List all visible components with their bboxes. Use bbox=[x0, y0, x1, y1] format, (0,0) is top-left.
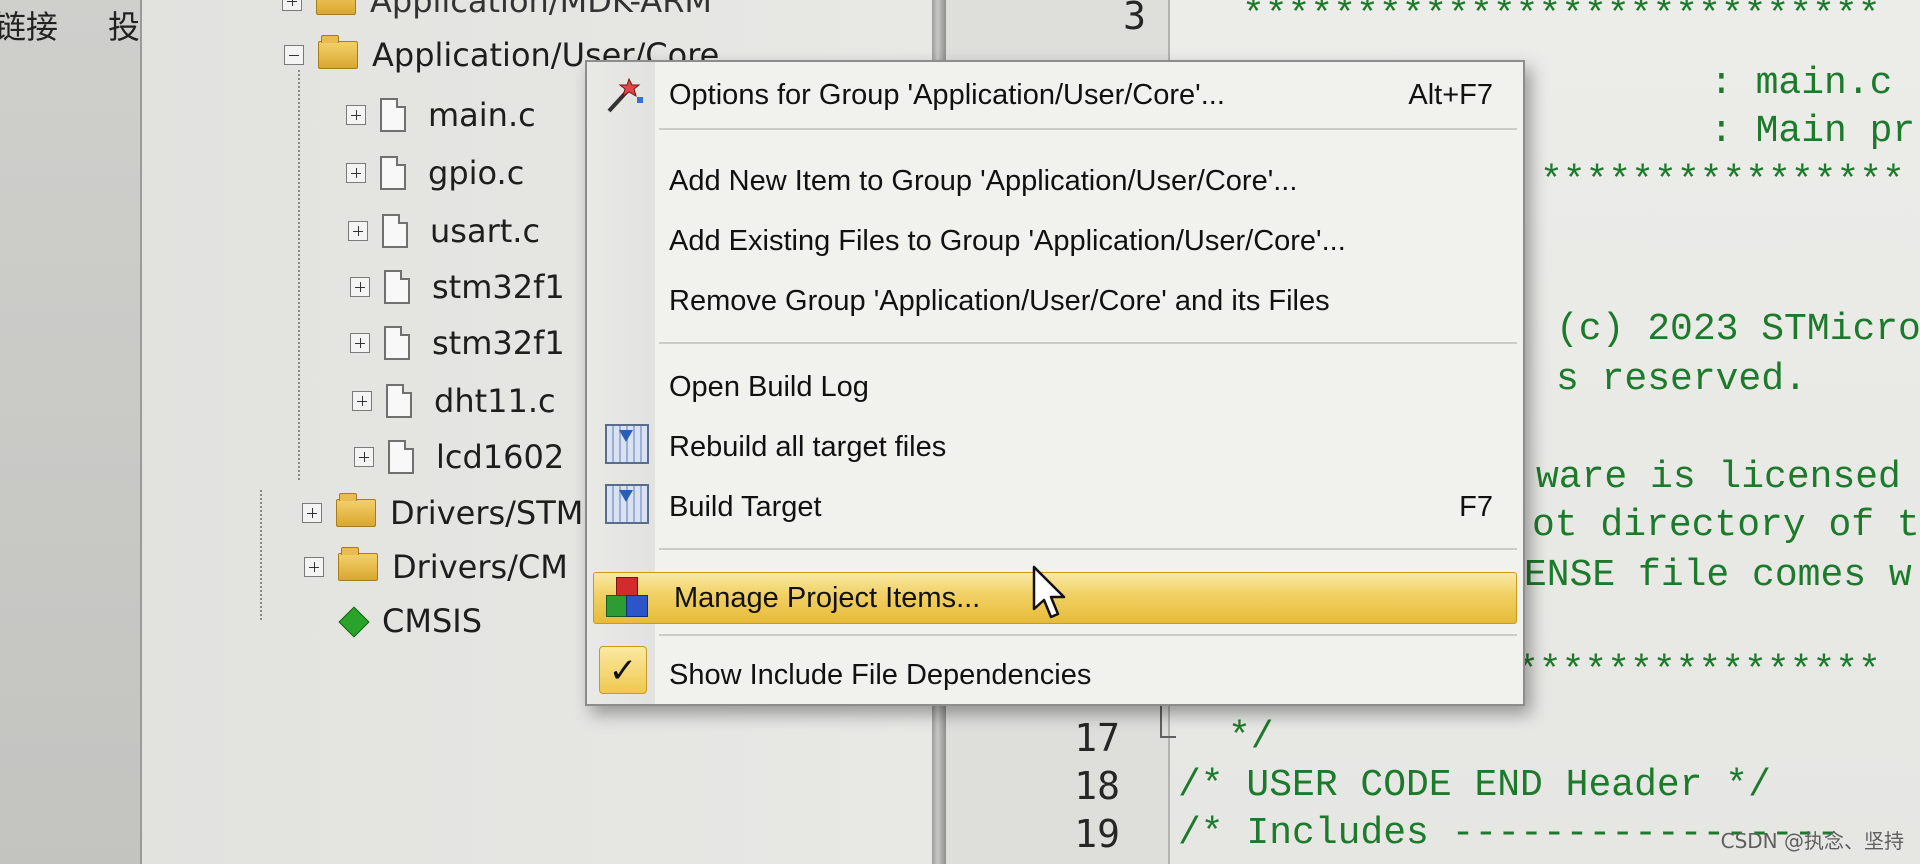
tree-group-label: Drivers/CM bbox=[392, 548, 568, 586]
magic-wand-icon bbox=[607, 77, 643, 113]
expand-icon[interactable] bbox=[346, 163, 366, 183]
code-line: (c) 2023 STMicro bbox=[1556, 308, 1920, 351]
menu-item-remove-group[interactable]: Remove Group 'Application/User/Core' and… bbox=[589, 276, 1521, 326]
menu-fragment-connect[interactable]: 链接 bbox=[0, 2, 58, 48]
code-line: ENSE file comes w bbox=[1524, 554, 1912, 597]
tree-file-lcd1602[interactable]: lcd1602 bbox=[354, 432, 564, 482]
screen: 链接 投 Application/MDK-ARM Application/Use… bbox=[0, 0, 1920, 864]
expand-icon[interactable] bbox=[348, 221, 368, 241]
code-line: : Main pr bbox=[1710, 110, 1916, 153]
line-number: 17 bbox=[1074, 716, 1120, 760]
checkmark-icon: ✓ bbox=[599, 646, 647, 694]
tree-item-cmsis[interactable]: CMSIS bbox=[338, 596, 482, 646]
file-icon bbox=[382, 214, 408, 248]
watermark: CSDN @执念、坚持 bbox=[1720, 829, 1904, 853]
menu-item-label: Manage Project Items... bbox=[674, 581, 981, 614]
line-number: 19 bbox=[1074, 812, 1120, 856]
tree-group-label: Application/MDK-ARM bbox=[370, 0, 713, 20]
tree-item-label: CMSIS bbox=[382, 602, 483, 640]
menu-item-open-build-log[interactable]: Open Build Log bbox=[589, 362, 1521, 412]
menu-item-add-new-item[interactable]: Add New Item to Group 'Application/User/… bbox=[589, 156, 1521, 206]
menu-item-label: Add Existing Files to Group 'Application… bbox=[669, 224, 1346, 257]
expand-icon[interactable] bbox=[282, 0, 302, 11]
project-items-icon bbox=[604, 577, 648, 617]
tree-guide-line bbox=[298, 70, 300, 480]
file-icon bbox=[384, 326, 410, 360]
code-line: **************** bbox=[1540, 160, 1905, 203]
expand-icon[interactable] bbox=[352, 391, 372, 411]
tree-file-dht11[interactable]: dht11.c bbox=[352, 376, 556, 426]
tree-group-drivers-stm[interactable]: Drivers/STM bbox=[302, 488, 583, 538]
menu-separator bbox=[659, 342, 1517, 344]
tree-file-label: stm32f1 bbox=[432, 324, 565, 362]
file-icon bbox=[380, 156, 406, 190]
tree-file-stm32f1-a[interactable]: stm32f1 bbox=[350, 262, 565, 312]
tree-file-label: usart.c bbox=[430, 212, 541, 250]
menu-item-label: Build Target bbox=[669, 490, 822, 523]
expand-icon[interactable] bbox=[354, 447, 374, 467]
code-line: **************** bbox=[1516, 650, 1881, 693]
menu-item-options-for-group[interactable]: Options for Group 'Application/User/Core… bbox=[589, 70, 1521, 120]
tree-file-label: dht11.c bbox=[434, 382, 556, 420]
menu-item-show-include-dependencies[interactable]: ✓ Show Include File Dependencies bbox=[589, 646, 1521, 700]
tree-group-drivers-cmsis[interactable]: Drivers/CM bbox=[304, 542, 568, 592]
folder-icon bbox=[336, 493, 376, 527]
code-line: : main.c bbox=[1710, 62, 1893, 105]
left-strip: 链接 投 bbox=[0, 0, 142, 864]
menu-item-shortcut: Alt+F7 bbox=[1408, 78, 1493, 111]
menu-item-label: Add New Item to Group 'Application/User/… bbox=[669, 164, 1298, 197]
expand-icon[interactable] bbox=[346, 105, 366, 125]
line-number: 18 bbox=[1074, 764, 1120, 808]
menu-fragment-project[interactable]: 投 bbox=[108, 2, 140, 48]
tree-file-gpio[interactable]: gpio.c bbox=[346, 148, 524, 198]
tree-guide-line bbox=[260, 490, 262, 620]
menu-separator bbox=[659, 634, 1517, 636]
tree-file-label: main.c bbox=[428, 96, 536, 134]
expand-icon[interactable] bbox=[304, 557, 324, 577]
menu-item-label: Open Build Log bbox=[669, 370, 869, 403]
file-icon bbox=[386, 384, 412, 418]
menu-item-label: Remove Group 'Application/User/Core' and… bbox=[669, 284, 1330, 317]
file-icon bbox=[380, 98, 406, 132]
tree-group-mdk-arm[interactable]: Application/MDK-ARM bbox=[282, 0, 712, 26]
menu-item-rebuild-all[interactable]: Rebuild all target files bbox=[589, 422, 1521, 472]
tree-file-label: gpio.c bbox=[428, 154, 525, 192]
file-icon bbox=[388, 440, 414, 474]
collapse-icon[interactable] bbox=[284, 45, 304, 65]
expand-icon[interactable] bbox=[350, 277, 370, 297]
menu-item-add-existing-files[interactable]: Add Existing Files to Group 'Application… bbox=[589, 216, 1521, 266]
file-icon bbox=[384, 270, 410, 304]
code-line: ware is licensed bbox=[1536, 456, 1901, 499]
line-number: 3 bbox=[1123, 0, 1146, 38]
tree-file-label: lcd1602 bbox=[436, 438, 565, 476]
expand-icon[interactable] bbox=[350, 333, 370, 353]
folder-open-icon bbox=[318, 35, 358, 69]
folder-icon bbox=[316, 0, 356, 15]
rebuild-icon bbox=[605, 424, 649, 464]
code-line: */ bbox=[1228, 716, 1274, 759]
menu-item-label: Options for Group 'Application/User/Core… bbox=[669, 78, 1225, 111]
menu-item-label: Rebuild all target files bbox=[669, 430, 947, 463]
menu-item-label: Show Include File Dependencies bbox=[669, 658, 1092, 691]
menu-item-build-target[interactable]: Build Target F7 bbox=[589, 482, 1521, 532]
tree-file-usart[interactable]: usart.c bbox=[348, 206, 540, 256]
folder-icon bbox=[338, 547, 378, 581]
cmsis-component-icon bbox=[338, 606, 368, 636]
tree-file-main[interactable]: main.c bbox=[346, 90, 536, 140]
code-line: **************************** bbox=[1242, 0, 1881, 37]
tree-group-label: Drivers/STM bbox=[390, 494, 584, 532]
menu-separator bbox=[659, 548, 1517, 550]
expand-icon[interactable] bbox=[302, 503, 322, 523]
code-line: ot directory of t bbox=[1532, 504, 1920, 547]
menu-item-shortcut: F7 bbox=[1459, 490, 1493, 523]
mouse-cursor-icon bbox=[1032, 565, 1066, 619]
menu-separator bbox=[659, 128, 1517, 130]
build-icon bbox=[605, 484, 649, 524]
code-line: s reserved. bbox=[1556, 358, 1807, 401]
tree-file-stm32f1-b[interactable]: stm32f1 bbox=[350, 318, 565, 368]
code-line: /* USER CODE END Header */ bbox=[1178, 764, 1771, 807]
tree-file-label: stm32f1 bbox=[432, 268, 565, 306]
